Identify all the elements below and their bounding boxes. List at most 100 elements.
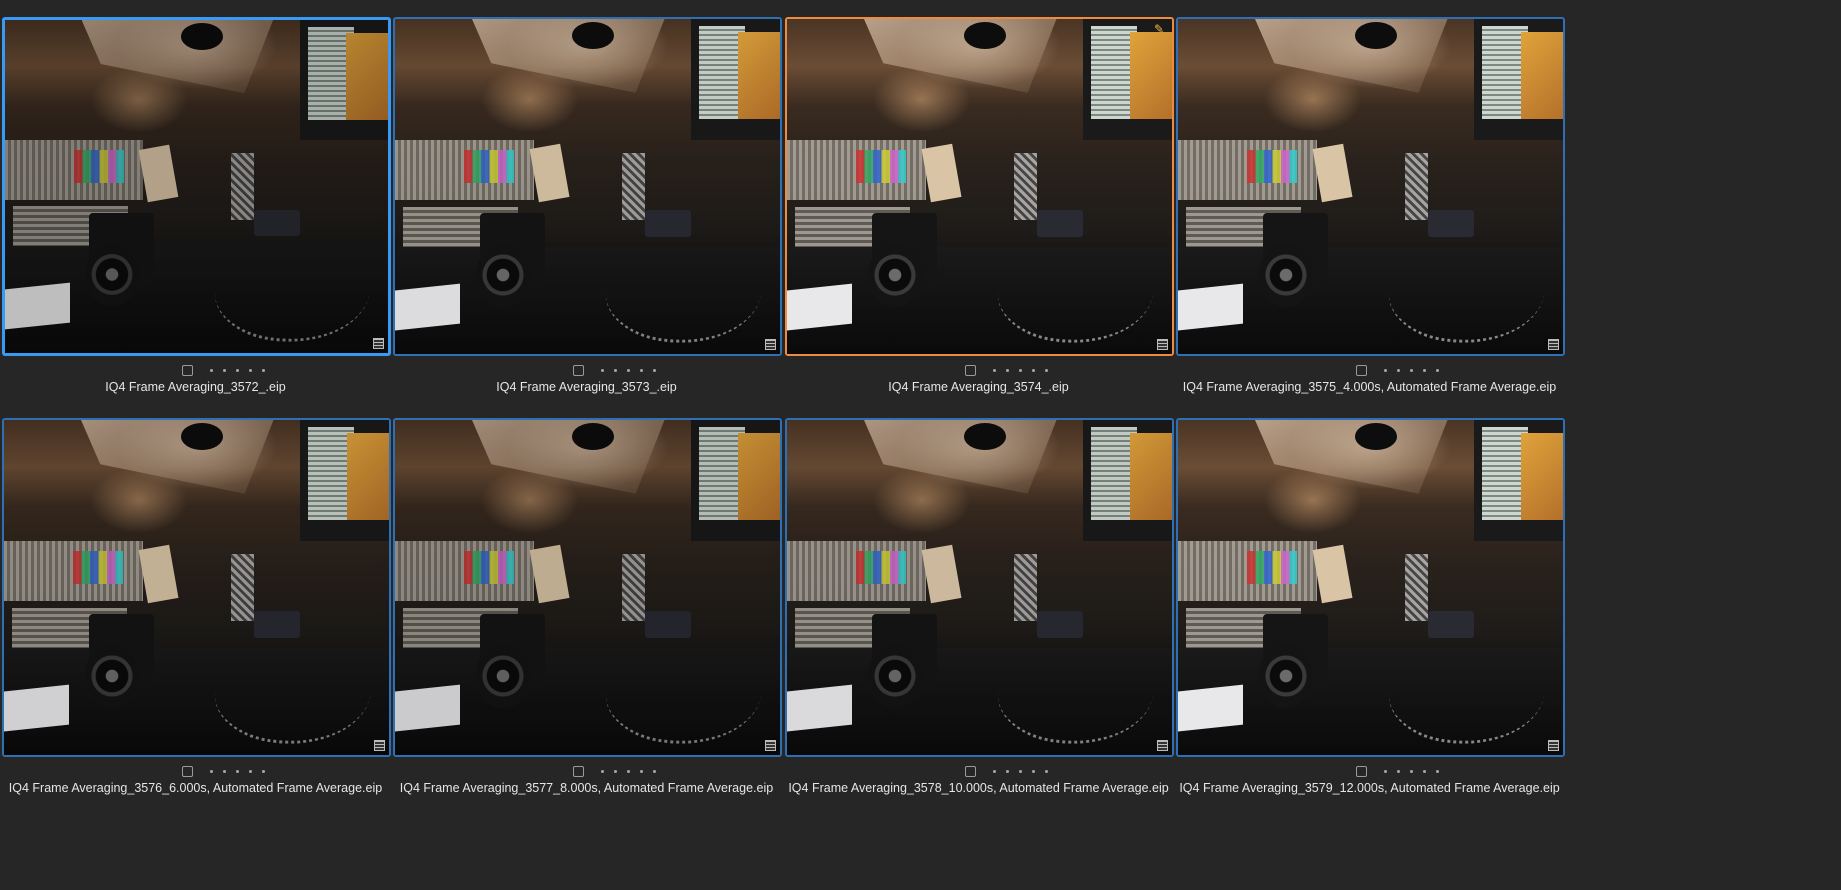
rating-star[interactable] <box>640 770 643 773</box>
rating-star[interactable] <box>210 770 213 773</box>
rating-star[interactable] <box>223 770 226 773</box>
thumbnail-item[interactable]: IQ4 Frame Averaging_3578_10.000s, Automa… <box>783 401 1174 831</box>
photo-exposure-overlay <box>787 420 1172 755</box>
thumbnail-filename: IQ4 Frame Averaging_3574_.eip <box>888 380 1069 394</box>
rating-stars[interactable] <box>210 365 265 377</box>
rating-star[interactable] <box>1410 770 1413 773</box>
rating-star[interactable] <box>627 770 630 773</box>
thumbnail-image[interactable] <box>2 418 391 757</box>
rating-star[interactable] <box>640 369 643 372</box>
rating-star[interactable] <box>1397 770 1400 773</box>
rating-star[interactable] <box>262 369 265 372</box>
rating-star[interactable] <box>993 369 996 372</box>
rating-star[interactable] <box>1032 770 1035 773</box>
rating-star[interactable] <box>1384 369 1387 372</box>
thumbnail-image[interactable] <box>785 418 1174 757</box>
rating-star[interactable] <box>236 770 239 773</box>
checkbox-icon[interactable] <box>182 766 193 777</box>
checkbox-icon[interactable] <box>1356 766 1367 777</box>
rating-star[interactable] <box>1032 369 1035 372</box>
thumbnail-item[interactable]: IQ4 Frame Averaging_3577_8.000s, Automat… <box>391 401 782 831</box>
rating-star[interactable] <box>1045 369 1048 372</box>
pencil-icon: ✎ <box>1154 22 1165 36</box>
thumbnail-meta <box>1174 365 1565 381</box>
thumbnail-item[interactable]: ✎ IQ4 Frame Averaging_3574_.eip <box>783 0 1174 430</box>
checkbox-icon[interactable] <box>573 365 584 376</box>
photo-preview <box>4 420 389 755</box>
thumbnail-item[interactable]: IQ4 Frame Averaging_3575_4.000s, Automat… <box>1174 0 1565 430</box>
thumbnail-image[interactable] <box>393 17 782 356</box>
layers-icon <box>373 338 384 349</box>
rating-star[interactable] <box>1436 369 1439 372</box>
thumbnail-meta <box>783 365 1174 381</box>
thumbnail-image[interactable] <box>1176 418 1565 757</box>
rating-star[interactable] <box>653 369 656 372</box>
rating-star[interactable] <box>1410 369 1413 372</box>
thumbnail-meta <box>0 766 391 782</box>
layers-icon <box>765 740 776 751</box>
rating-stars[interactable] <box>1384 766 1439 778</box>
thumbnail-filename: IQ4 Frame Averaging_3575_4.000s, Automat… <box>1182 380 1557 394</box>
rating-star[interactable] <box>1006 770 1009 773</box>
checkbox-icon[interactable] <box>1356 365 1367 376</box>
checkbox-icon[interactable] <box>182 365 193 376</box>
rating-stars[interactable] <box>1384 365 1439 377</box>
thumbnail-item[interactable]: IQ4 Frame Averaging_3573_.eip <box>391 0 782 430</box>
rating-star[interactable] <box>210 369 213 372</box>
rating-star[interactable] <box>601 770 604 773</box>
rating-star[interactable] <box>1436 770 1439 773</box>
rating-star[interactable] <box>614 369 617 372</box>
rating-star[interactable] <box>1019 369 1022 372</box>
thumbnail-image[interactable] <box>1176 17 1565 356</box>
photo-exposure-overlay <box>395 19 780 354</box>
checkbox-icon[interactable] <box>965 766 976 777</box>
rating-star[interactable] <box>1423 369 1426 372</box>
photo-preview <box>5 20 388 353</box>
thumbnail-filename: IQ4 Frame Averaging_3579_12.000s, Automa… <box>1179 781 1560 795</box>
checkbox-icon[interactable] <box>965 365 976 376</box>
thumbnail-item[interactable]: IQ4 Frame Averaging_3579_12.000s, Automa… <box>1174 401 1565 831</box>
thumbnail-meta <box>783 766 1174 782</box>
thumbnail-meta <box>391 365 782 381</box>
rating-star[interactable] <box>614 770 617 773</box>
rating-stars[interactable] <box>993 365 1048 377</box>
rating-star[interactable] <box>1006 369 1009 372</box>
rating-star[interactable] <box>1019 770 1022 773</box>
thumbnail-filename: IQ4 Frame Averaging_3578_10.000s, Automa… <box>788 781 1169 795</box>
thumbnail-filename: IQ4 Frame Averaging_3572_.eip <box>105 380 286 394</box>
rating-star[interactable] <box>262 770 265 773</box>
layers-icon <box>1157 740 1168 751</box>
thumbnail-item[interactable]: IQ4 Frame Averaging_3576_6.000s, Automat… <box>0 401 391 831</box>
thumbnail-item[interactable]: IQ4 Frame Averaging_3572_.eip <box>0 0 391 430</box>
thumbnail-meta <box>391 766 782 782</box>
rating-star[interactable] <box>627 369 630 372</box>
rating-star[interactable] <box>249 770 252 773</box>
rating-stars[interactable] <box>210 766 265 778</box>
thumbnail-image[interactable] <box>393 418 782 757</box>
rating-stars[interactable] <box>601 766 656 778</box>
photo-preview <box>395 19 780 354</box>
rating-star[interactable] <box>601 369 604 372</box>
thumbnail-meta <box>1174 766 1565 782</box>
rating-star[interactable] <box>653 770 656 773</box>
rating-star[interactable] <box>1397 369 1400 372</box>
photo-preview <box>787 420 1172 755</box>
thumbnail-filename: IQ4 Frame Averaging_3573_.eip <box>496 380 677 394</box>
photo-preview <box>787 19 1172 354</box>
checkbox-icon[interactable] <box>573 766 584 777</box>
rating-star[interactable] <box>249 369 252 372</box>
layers-icon <box>765 339 776 350</box>
photo-preview <box>1178 19 1563 354</box>
rating-stars[interactable] <box>993 766 1048 778</box>
thumbnail-image[interactable] <box>2 17 391 356</box>
thumbnail-image[interactable]: ✎ <box>785 17 1174 356</box>
rating-stars[interactable] <box>601 365 656 377</box>
rating-star[interactable] <box>1423 770 1426 773</box>
layers-icon <box>374 740 385 751</box>
rating-star[interactable] <box>223 369 226 372</box>
rating-star[interactable] <box>1384 770 1387 773</box>
rating-star[interactable] <box>1045 770 1048 773</box>
rating-star[interactable] <box>236 369 239 372</box>
rating-star[interactable] <box>993 770 996 773</box>
photo-exposure-overlay <box>4 420 389 755</box>
